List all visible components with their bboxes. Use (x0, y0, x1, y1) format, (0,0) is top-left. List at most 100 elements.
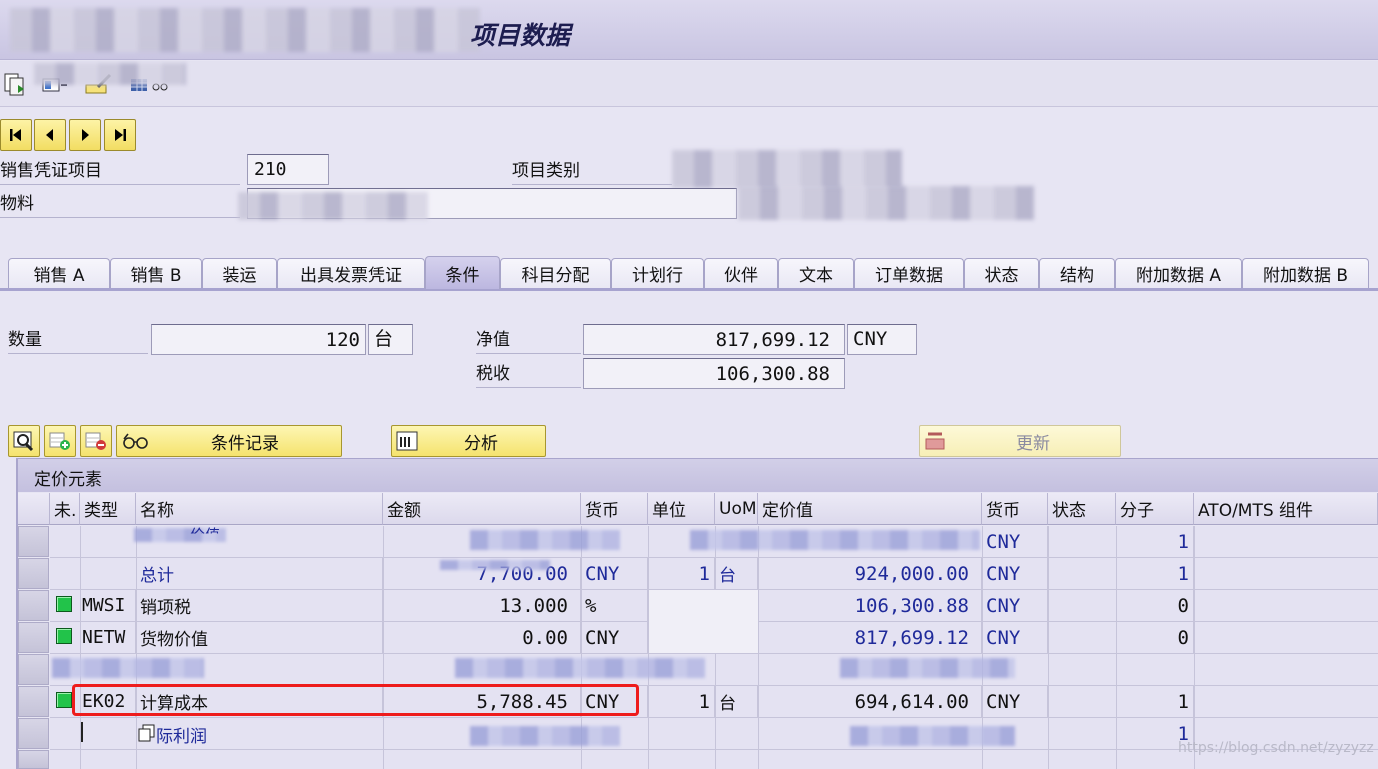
tab-schedule-lines[interactable]: 计划行 (611, 258, 704, 288)
row6-name[interactable]: 际利润 (156, 722, 207, 747)
last-item-button[interactable] (104, 119, 136, 151)
update-button[interactable]: 更新 (919, 425, 1121, 457)
redacted-toolbar (34, 63, 186, 85)
select-all-cell[interactable] (18, 493, 50, 525)
redacted-price (850, 726, 1015, 746)
active-status-icon (56, 628, 72, 644)
row3-currency2[interactable]: CNY (982, 622, 1048, 654)
row5-unit[interactable]: 1 (648, 686, 715, 718)
col-currency-2[interactable]: 货币 (982, 493, 1048, 525)
row-selector[interactable] (18, 622, 49, 653)
net-currency-field[interactable]: CNY (847, 324, 917, 355)
tab-shipping[interactable]: 装运 (202, 258, 277, 288)
redacted-amount-prefix (440, 560, 550, 570)
row-selector[interactable] (18, 750, 49, 769)
tab-conditions[interactable]: 条件 (425, 256, 500, 289)
row-selector[interactable] (18, 654, 49, 685)
row3-type[interactable]: NETW (80, 622, 136, 654)
row2-name[interactable]: 销项税 (136, 590, 383, 622)
sales-item-field[interactable]: 210 (247, 154, 329, 185)
row1-numerator[interactable]: 1 (1116, 558, 1194, 590)
tab-additional-data-b[interactable]: 附加数据 B (1242, 258, 1369, 288)
row-selector[interactable] (18, 718, 49, 749)
row3-numerator[interactable]: 0 (1116, 622, 1194, 654)
analysis-icon (396, 431, 418, 451)
col-price-value[interactable]: 定价值 (758, 493, 982, 525)
analysis-button[interactable]: 分析 (391, 425, 546, 457)
row3-price-value[interactable]: 817,699.12 (758, 622, 982, 654)
row5-price-value[interactable]: 694,614.00 (758, 686, 982, 718)
first-item-button[interactable] (0, 119, 32, 151)
row2-price-value[interactable]: 106,300.88 (758, 590, 982, 622)
tab-account-assignment[interactable]: 科目分配 (500, 258, 611, 288)
row2-type[interactable]: MWSI (80, 590, 136, 622)
row1-uom[interactable]: 台 (715, 558, 758, 590)
col-ato-mts[interactable]: ATO/MTS 组件 (1194, 493, 1378, 525)
tab-sales-b[interactable]: 销售 B (110, 258, 202, 288)
row-selector[interactable] (18, 590, 49, 621)
tab-structure[interactable]: 结构 (1039, 258, 1115, 288)
row-selector[interactable] (18, 686, 49, 717)
row-selector[interactable] (18, 558, 49, 589)
row3-currency[interactable]: CNY (581, 622, 648, 654)
row1-currency2[interactable]: CNY (982, 558, 1048, 590)
next-item-button[interactable] (69, 119, 101, 151)
sales-item-label: 销售凭证项目 (0, 157, 240, 185)
row0-numerator[interactable]: 1 (1116, 526, 1194, 558)
previous-item-button[interactable] (34, 119, 66, 151)
row1-price-value[interactable]: 924,000.00 (758, 558, 982, 590)
col-unit[interactable]: 单位 (648, 493, 715, 525)
pricing-elements-header: 定价元素 (18, 458, 1378, 492)
row2-amount[interactable]: 13.000 (383, 590, 581, 622)
row2-currency2[interactable]: CNY (982, 590, 1048, 622)
col-numerator[interactable]: 分子 (1116, 493, 1194, 525)
row3-name[interactable]: 货物价值 (136, 622, 383, 654)
glasses-icon (123, 433, 148, 449)
col-uom[interactable]: UoM (715, 493, 758, 525)
net-value-field[interactable]: 817,699.12 (583, 324, 845, 355)
tab-status[interactable]: 状态 (964, 258, 1039, 288)
redacted-amount (470, 530, 620, 550)
document-display-icon[interactable] (2, 71, 28, 97)
row2-numerator[interactable]: 0 (1116, 590, 1194, 622)
redacted-row (840, 658, 1015, 678)
row1-name[interactable]: 总计 (136, 558, 383, 590)
redacted-title (10, 8, 480, 52)
update-icon (925, 432, 945, 450)
condition-detail-button[interactable] (8, 425, 40, 457)
condition-record-button[interactable]: 条件记录 (116, 425, 342, 457)
row2-currency[interactable]: % (581, 590, 648, 622)
delete-row-icon (85, 432, 106, 450)
col-inactive[interactable]: 未. (50, 493, 80, 525)
tab-texts[interactable]: 文本 (778, 258, 854, 288)
tab-billing-document[interactable]: 出具发票凭证 (277, 258, 425, 288)
input-cell-bg (649, 590, 758, 653)
redacted-material-desc (738, 186, 1034, 220)
active-status-icon (56, 692, 72, 708)
col-status[interactable]: 状态 (1048, 493, 1116, 525)
row1-currency[interactable]: CNY (581, 558, 648, 590)
magnifier-icon (13, 431, 34, 452)
row5-uom[interactable]: 台 (715, 686, 758, 718)
quantity-unit-field[interactable]: 台 (368, 324, 413, 355)
tab-partners[interactable]: 伙伴 (704, 258, 778, 288)
tab-order-data[interactable]: 订单数据 (854, 258, 964, 288)
copy-icon[interactable] (137, 723, 157, 743)
row5-currency2[interactable]: CNY (982, 686, 1048, 718)
tab-additional-data-a[interactable]: 附加数据 A (1115, 258, 1242, 288)
col-name[interactable]: 名称 (136, 493, 383, 525)
row-selector[interactable] (18, 526, 49, 557)
insert-row-button[interactable] (44, 425, 76, 457)
delete-row-button[interactable] (80, 425, 112, 457)
col-currency[interactable]: 货币 (581, 493, 648, 525)
row1-unit[interactable]: 1 (648, 558, 715, 590)
tax-field[interactable]: 106,300.88 (583, 358, 845, 389)
watermark: https://blog.csdn.net/zyzyzz (1178, 740, 1374, 756)
row0-currency2[interactable]: CNY (982, 526, 1048, 558)
row5-numerator[interactable]: 1 (1116, 686, 1194, 718)
row3-amount[interactable]: 0.00 (383, 622, 581, 654)
quantity-field[interactable]: 120 (151, 324, 366, 355)
col-amount[interactable]: 金额 (383, 493, 581, 525)
tab-sales-a[interactable]: 销售 A (8, 258, 110, 288)
col-type[interactable]: 类型 (80, 493, 136, 525)
